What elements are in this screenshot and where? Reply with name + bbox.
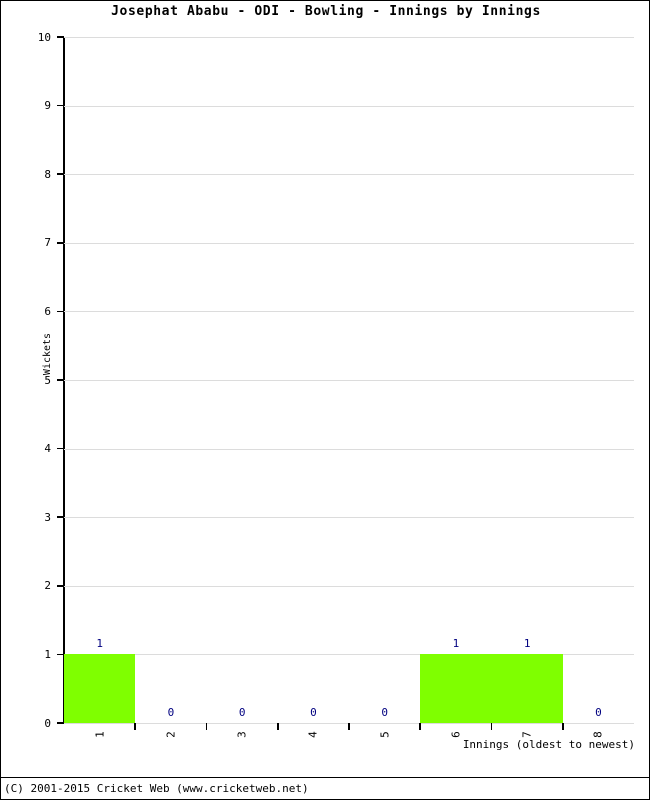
gridline: [64, 380, 634, 381]
x-axis-tick-label: 2: [164, 731, 178, 738]
gridline: [64, 37, 634, 38]
plot-area: 1 0 0 0 0 1 1 0: [64, 37, 634, 724]
x-axis-tick: [490, 723, 493, 730]
chart-page: Josephat Ababu - ODI - Bowling - Innings…: [0, 0, 650, 800]
bar-value-label: 0: [310, 706, 317, 719]
y-axis-tick: [57, 653, 64, 656]
y-axis-tick-label: 0: [44, 716, 51, 730]
bar-value-label: 1: [523, 637, 531, 651]
x-axis-title: Innings (oldest to newest): [462, 738, 635, 751]
y-axis-tick-label: 8: [44, 167, 51, 181]
x-axis-tick: [134, 723, 137, 730]
bar-value-label: 0: [595, 706, 602, 719]
y-axis-tick-label: 1: [44, 647, 51, 661]
y-axis-tick: [57, 36, 64, 38]
y-axis-tick-label: 7: [44, 236, 51, 250]
copyright-footer: (C) 2001-2015 Cricket Web (www.cricketwe…: [4, 782, 309, 795]
x-axis-tick-label: 6: [449, 731, 463, 738]
gridline: [64, 242, 634, 244]
y-axis-tick-label: 4: [44, 442, 51, 456]
y-axis-tick: [57, 447, 64, 450]
x-axis-tick: [561, 723, 564, 730]
page-title: Josephat Ababu - ODI - Bowling - Innings…: [111, 4, 541, 19]
y-axis-tick-label: 3: [44, 510, 51, 524]
y-axis-tick: [57, 104, 64, 107]
gridline: [64, 174, 634, 176]
gridline: [64, 448, 634, 450]
y-axis-tick: [57, 722, 64, 724]
x-axis-tick: [276, 723, 279, 730]
y-axis-tick: [57, 173, 64, 175]
bar-value-label: 0: [238, 706, 246, 719]
x-axis-tick-label: 4: [306, 731, 320, 738]
bar: [64, 654, 136, 723]
y-axis-tick: [57, 310, 64, 313]
gridline: [64, 585, 634, 587]
x-axis-tick-label: 3: [235, 731, 249, 738]
gridline: [64, 517, 634, 519]
bar-value-label: 0: [381, 706, 388, 719]
x-axis-tick-label: 1: [93, 731, 107, 738]
footer-divider: [1, 777, 649, 778]
y-axis-tick-label: 6: [44, 304, 51, 318]
y-axis-tick-label: 2: [44, 579, 51, 593]
x-axis-tick: [419, 723, 422, 730]
y-axis-tick-label: 5: [44, 373, 51, 387]
x-axis-tick: [348, 723, 350, 730]
y-axis-tick-label: 9: [44, 99, 51, 113]
gridline: [64, 311, 634, 313]
x-axis-tick: [205, 723, 208, 730]
bar: [491, 654, 563, 723]
x-axis-tick-label: 5: [378, 731, 392, 738]
y-axis-tick: [57, 516, 64, 518]
y-axis-tick-label: 10: [37, 30, 51, 44]
y-axis-tick: [57, 242, 64, 244]
y-axis-tick: [57, 379, 64, 381]
gridline: [64, 105, 634, 107]
bar: [420, 654, 492, 723]
bar-value-label: 1: [452, 637, 460, 651]
bar-value-label: 0: [167, 706, 175, 719]
bar-value-label: 1: [96, 637, 103, 651]
y-axis-tick: [57, 585, 64, 587]
